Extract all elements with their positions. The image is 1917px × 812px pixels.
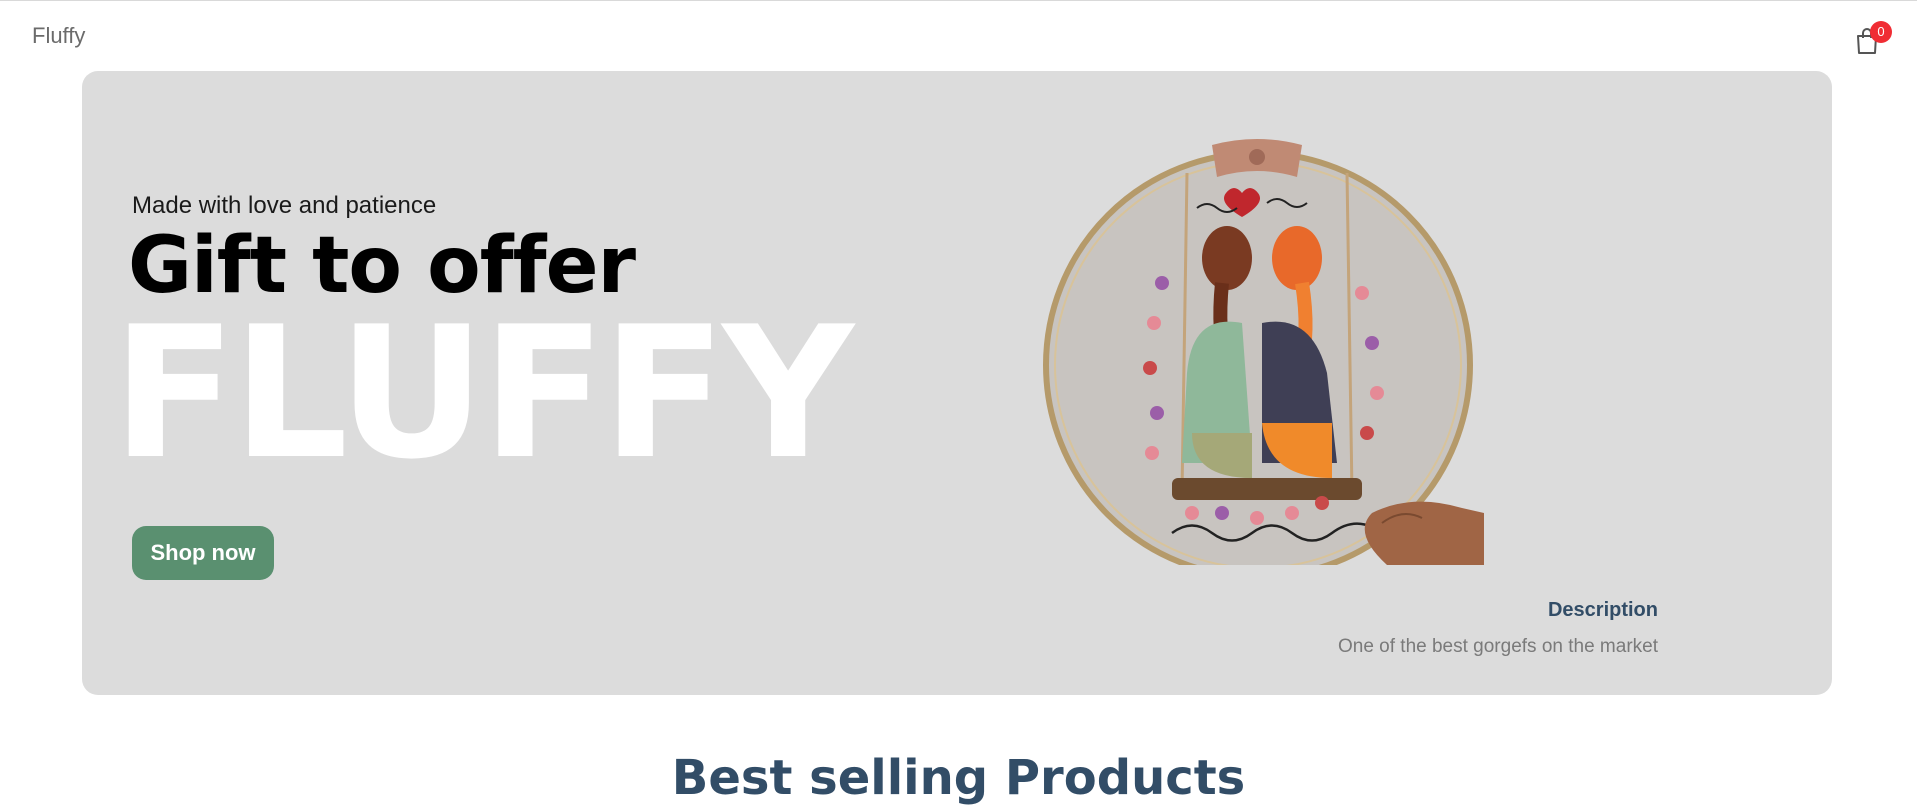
best-selling-heading: Best selling Products <box>671 750 1246 806</box>
hero-product-image <box>1043 139 1484 565</box>
logo-link[interactable]: Fluffy <box>32 23 85 49</box>
hero-tagline: Made with love and patience <box>132 192 437 219</box>
shop-now-button[interactable]: Shop now <box>132 526 274 580</box>
navbar: Fluffy 0 <box>0 1 1917 71</box>
hero-description: Description One of the best gorgefs on t… <box>1338 599 1658 658</box>
cart-button[interactable]: 0 <box>1852 21 1892 57</box>
description-text: One of the best gorgefs on the market <box>1337 636 1658 657</box>
description-title: Description <box>1547 599 1658 621</box>
cart-count-badge: 0 <box>1870 21 1892 43</box>
hero-banner: Made with love and patience Gift to offe… <box>82 71 1832 695</box>
hero-brand-text: FLUFFY <box>112 287 854 499</box>
